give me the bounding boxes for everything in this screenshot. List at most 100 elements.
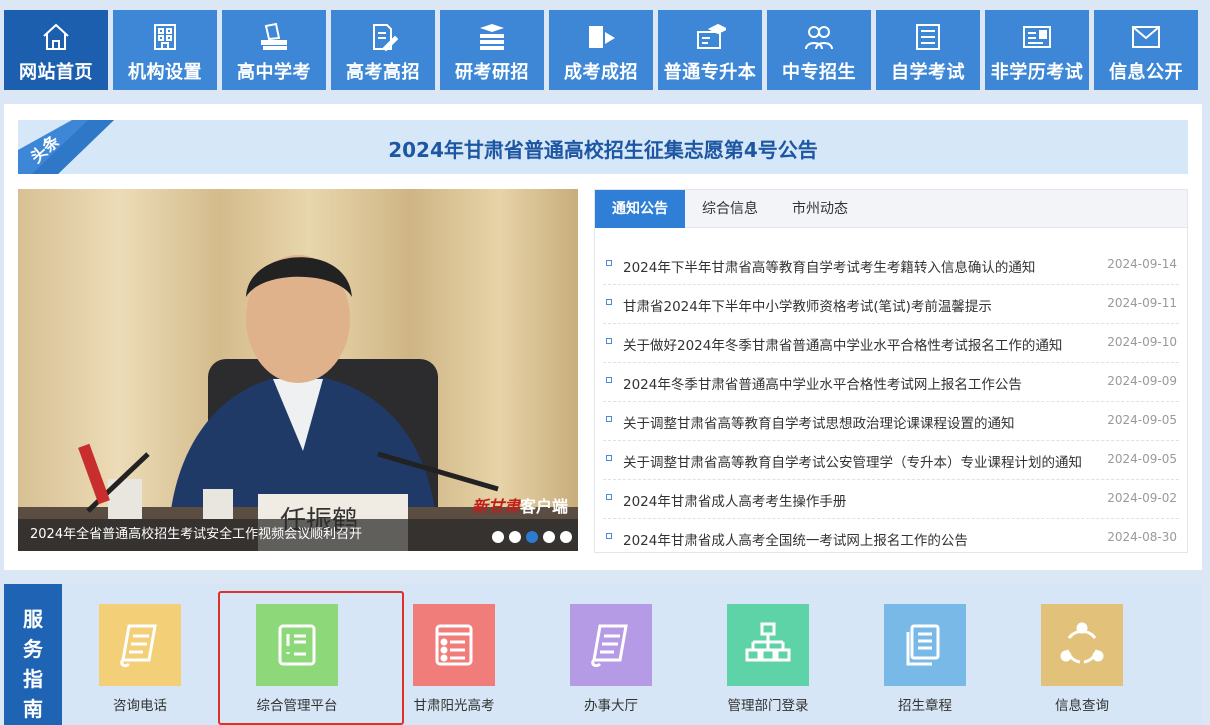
news-item[interactable]: 2024年冬季甘肃省普通高中学业水平合格性考试网上报名工作公告 2024-09-… (603, 363, 1179, 402)
news-title[interactable]: 关于调整甘肃省高等教育自学考试思想政治理论课课程设置的通知 (623, 412, 1015, 432)
image-slider[interactable]: 任振鹤 新甘肃客户端 2024年全省普通高校招生考试安全工作视频会议顺利召开 (18, 189, 578, 551)
service-info-query[interactable]: 信息查询 (1017, 604, 1147, 714)
news-date: 2024-09-05 (1107, 452, 1177, 466)
nav-label: 非学历考试 (990, 62, 1084, 83)
news-title[interactable]: 关于调整甘肃省高等教育自学考试公安管理学（专升本）专业课程计划的通知 (623, 451, 1082, 471)
slider-watermark: 新甘肃客户端 (472, 493, 568, 517)
list-doc-icon (413, 604, 495, 686)
nav-item-upgrade[interactable]: 普通专升本 (658, 10, 762, 90)
news-title[interactable]: 甘肃省2024年下半年中小学教师资格考试(笔试)考前温馨提示 (623, 295, 992, 315)
news-date: 2024-08-30 (1107, 530, 1177, 544)
slider-dot[interactable] (543, 531, 555, 543)
news-item[interactable]: 2024年甘肃省成人高考考生操作手册 2024-09-02 (603, 480, 1179, 519)
news-date: 2024-09-02 (1107, 491, 1177, 505)
service-name: 咨询电话 (113, 698, 167, 714)
building-icon (113, 22, 217, 54)
list-icon (876, 22, 980, 54)
book-stack-icon (440, 22, 544, 54)
id-card-icon (985, 22, 1089, 54)
nav-item-disclosure[interactable]: 信息公开 (1094, 10, 1198, 90)
nav-label: 网站首页 (19, 62, 93, 83)
service-sunshine-gaokao[interactable]: 甘肃阳光高考 (389, 604, 519, 714)
nav-label: 成考成招 (564, 62, 638, 83)
bullet-icon (606, 338, 612, 344)
nav-item-non-degree[interactable]: 非学历考试 (985, 10, 1089, 90)
bullet-icon (606, 494, 612, 500)
service-label-char: 指 (23, 667, 43, 691)
news-title[interactable]: 2024年冬季甘肃省普通高中学业水平合格性考试网上报名工作公告 (623, 373, 1022, 393)
documents-icon (884, 604, 966, 686)
news-title[interactable]: 2024年甘肃省成人高考全国统一考试网上报名工作的公告 (623, 529, 968, 549)
news-tabs: 通知公告 综合信息 市州动态 (595, 190, 1187, 228)
service-name: 管理部门登录 (727, 698, 809, 714)
watermark-brand: 新甘肃 (471, 497, 520, 516)
service-name: 招生章程 (898, 698, 952, 714)
certificate-icon (549, 22, 653, 54)
watermark-suffix: 客户端 (519, 497, 568, 516)
news-item[interactable]: 2024年下半年甘肃省高等教育自学考试考生考籍转入信息确认的通知 2024-09… (603, 246, 1179, 285)
nav-label: 普通专升本 (663, 62, 757, 83)
news-date: 2024-09-14 (1107, 257, 1177, 271)
nav-label: 信息公开 (1109, 62, 1183, 83)
nav-label: 自学考试 (891, 62, 965, 83)
nav-item-adult-exam[interactable]: 成考成招 (549, 10, 653, 90)
service-service-hall[interactable]: 办事大厅 (546, 604, 676, 714)
bullet-icon (606, 299, 612, 305)
nav-item-home[interactable]: 网站首页 (4, 10, 108, 90)
nav-label: 机构设置 (128, 62, 202, 83)
news-item[interactable]: 关于调整甘肃省高等教育自学考试思想政治理论课课程设置的通知 2024-09-05 (603, 402, 1179, 441)
bullet-icon (606, 533, 612, 539)
scroll-icon (99, 604, 181, 686)
nav-item-high-school-exam[interactable]: 高中学考 (222, 10, 326, 90)
org-chart-icon (727, 604, 809, 686)
bullet-icon (606, 260, 612, 266)
news-date: 2024-09-09 (1107, 374, 1177, 388)
slider-dot[interactable] (509, 531, 521, 543)
news-title[interactable]: 关于做好2024年冬季甘肃省普通高中学业水平合格性考试报名工作的通知 (623, 334, 1062, 354)
news-item[interactable]: 关于调整甘肃省高等教育自学考试公安管理学（专升本）专业课程计划的通知 2024-… (603, 441, 1179, 480)
news-panel: 通知公告 综合信息 市州动态 2024年下半年甘肃省高等教育自学考试考生考籍转入… (594, 189, 1188, 553)
news-title[interactable]: 2024年甘肃省成人高考考生操作手册 (623, 490, 846, 510)
tab-notices[interactable]: 通知公告 (595, 190, 685, 228)
bullet-icon (606, 416, 612, 422)
nav-item-vocational[interactable]: 中专招生 (767, 10, 871, 90)
nav-label: 高考高招 (346, 62, 420, 83)
tab-general-info[interactable]: 综合信息 (685, 190, 775, 228)
service-label-char: 南 (23, 697, 43, 721)
news-title[interactable]: 2024年下半年甘肃省高等教育自学考试考生考籍转入信息确认的通知 (623, 256, 1035, 276)
service-name: 甘肃阳光高考 (413, 698, 495, 714)
tab-city-news[interactable]: 市州动态 (775, 190, 865, 228)
service-name: 办事大厅 (584, 698, 638, 714)
nav-item-postgraduate[interactable]: 研考研招 (440, 10, 544, 90)
nav-label: 中专招生 (782, 62, 856, 83)
share-circle-icon (1041, 604, 1123, 686)
bullet-icon (606, 455, 612, 461)
headline-title[interactable]: 2024年甘肃省普通高校招生征集志愿第4号公告 (18, 134, 1188, 163)
slider-dot-active[interactable] (526, 531, 538, 543)
service-admission-charter[interactable]: 招生章程 (860, 604, 990, 714)
nav-item-self-study[interactable]: 自学考试 (876, 10, 980, 90)
scroll-icon (570, 604, 652, 686)
nav-label: 高中学考 (237, 62, 311, 83)
home-icon (4, 22, 108, 54)
news-date: 2024-09-11 (1107, 296, 1177, 310)
service-label-char: 务 (23, 637, 43, 661)
slider-dot[interactable] (560, 531, 572, 543)
service-consult-phone[interactable]: 咨询电话 (75, 604, 205, 714)
news-list: 2024年下半年甘肃省高等教育自学考试考生考籍转入信息确认的通知 2024-09… (603, 246, 1179, 558)
slider-dot[interactable] (492, 531, 504, 543)
headline-banner[interactable]: 头条 2024年甘肃省普通高校招生征集志愿第4号公告 (18, 120, 1188, 174)
nav-item-institutions[interactable]: 机构设置 (113, 10, 217, 90)
service-guide: 服 务 指 南 咨询电话 综合管理平台 甘肃阳光高考 办事大厅 管理部门登录 招… (4, 584, 1202, 725)
news-date: 2024-09-10 (1107, 335, 1177, 349)
service-guide-label: 服 务 指 南 (4, 584, 62, 725)
nav-label: 研考研招 (455, 62, 529, 83)
service-dept-login[interactable]: 管理部门登录 (703, 604, 833, 714)
main-content: 头条 2024年甘肃省普通高校招生征集志愿第4号公告 任振鹤 新甘肃客户端 20… (4, 104, 1202, 570)
news-item[interactable]: 关于做好2024年冬季甘肃省普通高中学业水平合格性考试报名工作的通知 2024-… (603, 324, 1179, 363)
nav-item-gaokao[interactable]: 高考高招 (331, 10, 435, 90)
news-item[interactable]: 2024年甘肃省成人高考全国统一考试网上报名工作的公告 2024-08-30 (603, 519, 1179, 558)
news-item[interactable]: 甘肃省2024年下半年中小学教师资格考试(笔试)考前温馨提示 2024-09-1… (603, 285, 1179, 324)
mail-icon (1094, 22, 1198, 54)
bullet-icon (606, 377, 612, 383)
